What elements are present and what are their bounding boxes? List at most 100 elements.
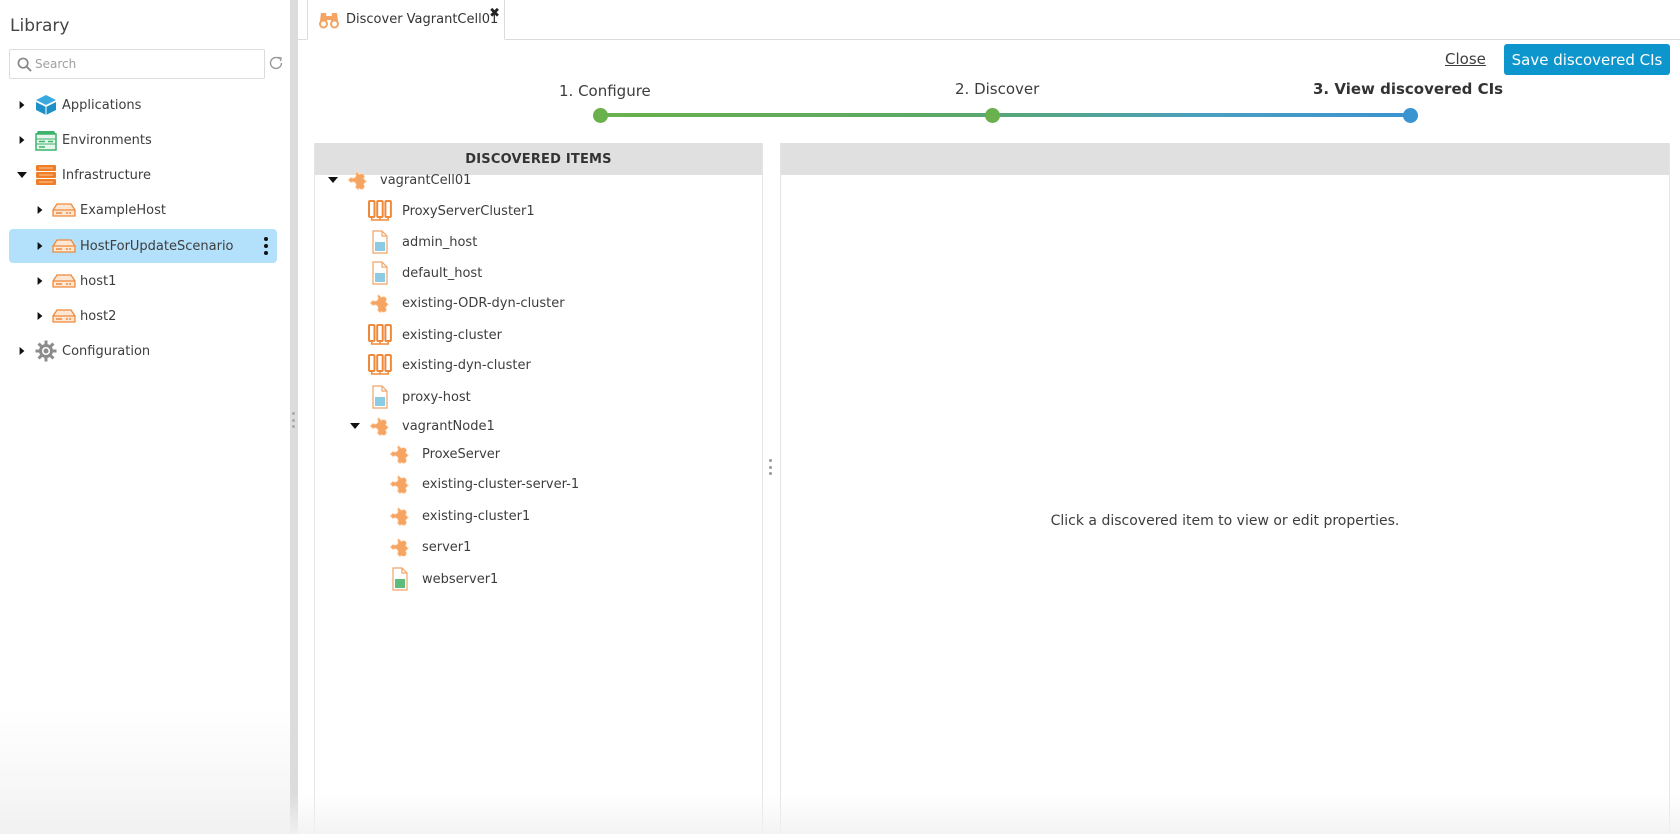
discovered-item[interactable]: default_host [367, 259, 482, 287]
caret-right-icon[interactable] [34, 240, 46, 252]
tree-item-environments[interactable]: Environments [16, 123, 278, 157]
discovered-item-label: existing-cluster1 [422, 508, 531, 524]
panel-resize-handle[interactable] [769, 459, 773, 475]
virtual-host-icon [367, 385, 393, 409]
discovered-item[interactable]: proxy-host [367, 383, 471, 411]
webserver-icon [387, 567, 413, 591]
puzzle-icon [387, 442, 413, 466]
properties-header [781, 143, 1669, 175]
discovered-item[interactable]: existing-cluster [367, 321, 502, 349]
stepper-progress-line [600, 113, 1410, 117]
save-discovered-cis-button[interactable]: Save discovered CIs [1504, 44, 1670, 75]
tree-item-label: host2 [80, 308, 117, 324]
caret-right-icon[interactable] [34, 275, 46, 287]
discovered-item[interactable]: existing-dyn-cluster [367, 351, 531, 379]
tree-item-label: HostForUpdateScenario [80, 238, 234, 254]
more-options-icon[interactable] [263, 237, 269, 255]
tree-item-label: Applications [62, 97, 142, 113]
empty-state-hint: Click a discovered item to view or edit … [1050, 513, 1400, 529]
caret-right-icon[interactable] [34, 204, 46, 216]
tab-label: Discover VagrantCell01 [346, 12, 499, 27]
step-1-dot[interactable] [593, 108, 608, 123]
close-link[interactable]: Close [1445, 50, 1486, 68]
caret-down-icon[interactable] [327, 174, 339, 186]
discovered-item[interactable]: server1 [387, 533, 471, 561]
applications-icon [34, 93, 58, 117]
sidebar-resize-handle[interactable] [290, 0, 298, 834]
step-3-label: 3. View discovered CIs [1313, 80, 1504, 98]
refresh-icon[interactable] [268, 55, 286, 73]
discovered-item[interactable]: ProxyServerCluster1 [367, 197, 535, 225]
cluster-icon [367, 323, 393, 347]
library-title: Library [10, 16, 70, 36]
cluster-icon [367, 199, 393, 223]
properties-panel: Click a discovered item to view or edit … [780, 143, 1670, 834]
caret-right-icon[interactable] [16, 99, 28, 111]
infrastructure-icon [34, 163, 58, 187]
caret-right-icon[interactable] [16, 345, 28, 357]
discovered-item-label: existing-cluster [402, 327, 502, 343]
tree-item-applications[interactable]: Applications [16, 88, 278, 122]
discovered-item[interactable]: vagrantCell01 [327, 166, 471, 194]
discovered-item-label: server1 [422, 539, 472, 555]
discovered-item-label: default_host [402, 265, 483, 281]
search-icon [13, 50, 35, 78]
environments-icon [34, 128, 58, 152]
tab-bar: Discover VagrantCell01 ✖ [298, 0, 1680, 40]
discovered-item-label: existing-cluster-server-1 [422, 476, 580, 492]
tree-item-infrastructure[interactable]: Infrastructure [16, 158, 278, 192]
discovered-item[interactable]: existing-ODR-dyn-cluster [367, 289, 565, 317]
discovered-item[interactable]: admin_host [367, 228, 477, 256]
host-icon [52, 304, 76, 328]
discovered-item-label: ProxyServerCluster1 [402, 203, 535, 219]
discovered-item-label: admin_host [402, 234, 478, 250]
discovered-item-label: vagrantCell01 [380, 172, 472, 188]
search-input[interactable] [35, 57, 255, 71]
puzzle-icon [387, 535, 413, 559]
resize-grip-icon [292, 412, 296, 428]
host-icon [52, 234, 76, 258]
tree-item-label: ExampleHost [80, 202, 166, 218]
tree-item-label: Infrastructure [62, 167, 151, 183]
tab-discover[interactable]: Discover VagrantCell01 ✖ [307, 0, 505, 40]
step-2-dot[interactable] [985, 108, 1000, 123]
puzzle-icon [367, 414, 393, 438]
close-tab-icon[interactable]: ✖ [489, 6, 500, 21]
discovered-item[interactable]: ProxeServer [387, 440, 500, 468]
tree-item-label: Configuration [62, 343, 151, 359]
discovered-item-label: ProxeServer [422, 446, 501, 462]
discovered-item[interactable]: webserver1 [387, 565, 498, 593]
discovered-item[interactable]: existing-cluster-server-1 [387, 470, 579, 498]
step-3-dot[interactable] [1403, 108, 1418, 123]
discovered-item-label: existing-dyn-cluster [402, 357, 531, 373]
library-sidebar: Library Applications [0, 0, 290, 834]
search-box[interactable] [9, 49, 265, 79]
tree-item-hostforupdatescenario[interactable]: HostForUpdateScenario [9, 229, 277, 263]
tree-item-host1[interactable]: host1 [34, 264, 278, 298]
discovered-item[interactable]: vagrantNode1 [349, 412, 495, 440]
step-1-label: 1. Configure [559, 82, 651, 100]
binoculars-icon [318, 10, 340, 30]
caret-right-icon[interactable] [34, 310, 46, 322]
caret-right-icon[interactable] [16, 134, 28, 146]
discovered-item-label: vagrantNode1 [402, 418, 495, 434]
virtual-host-icon [367, 261, 393, 285]
tree-item-label: host1 [80, 273, 117, 289]
tree-item-configuration[interactable]: Configuration [16, 334, 278, 368]
tree-item-examplehost[interactable]: ExampleHost [34, 193, 278, 227]
gear-icon [34, 339, 58, 363]
caret-down-icon[interactable] [16, 169, 28, 181]
discovered-item-label: webserver1 [422, 571, 499, 587]
app-root: Library Applications [0, 0, 1680, 834]
host-icon [52, 198, 76, 222]
tree-item-host2[interactable]: host2 [34, 299, 278, 333]
discovered-item-label: proxy-host [402, 389, 471, 405]
tree-item-label: Environments [62, 132, 152, 148]
discovered-item-label: existing-ODR-dyn-cluster [402, 295, 565, 311]
virtual-host-icon [367, 230, 393, 254]
puzzle-icon [367, 291, 393, 315]
discovered-item[interactable]: existing-cluster1 [387, 502, 530, 530]
caret-down-icon[interactable] [349, 420, 361, 432]
puzzle-icon [387, 504, 413, 528]
discovered-items-panel: DISCOVERED ITEMS vagrantCell01 ProxyServe… [314, 143, 763, 834]
